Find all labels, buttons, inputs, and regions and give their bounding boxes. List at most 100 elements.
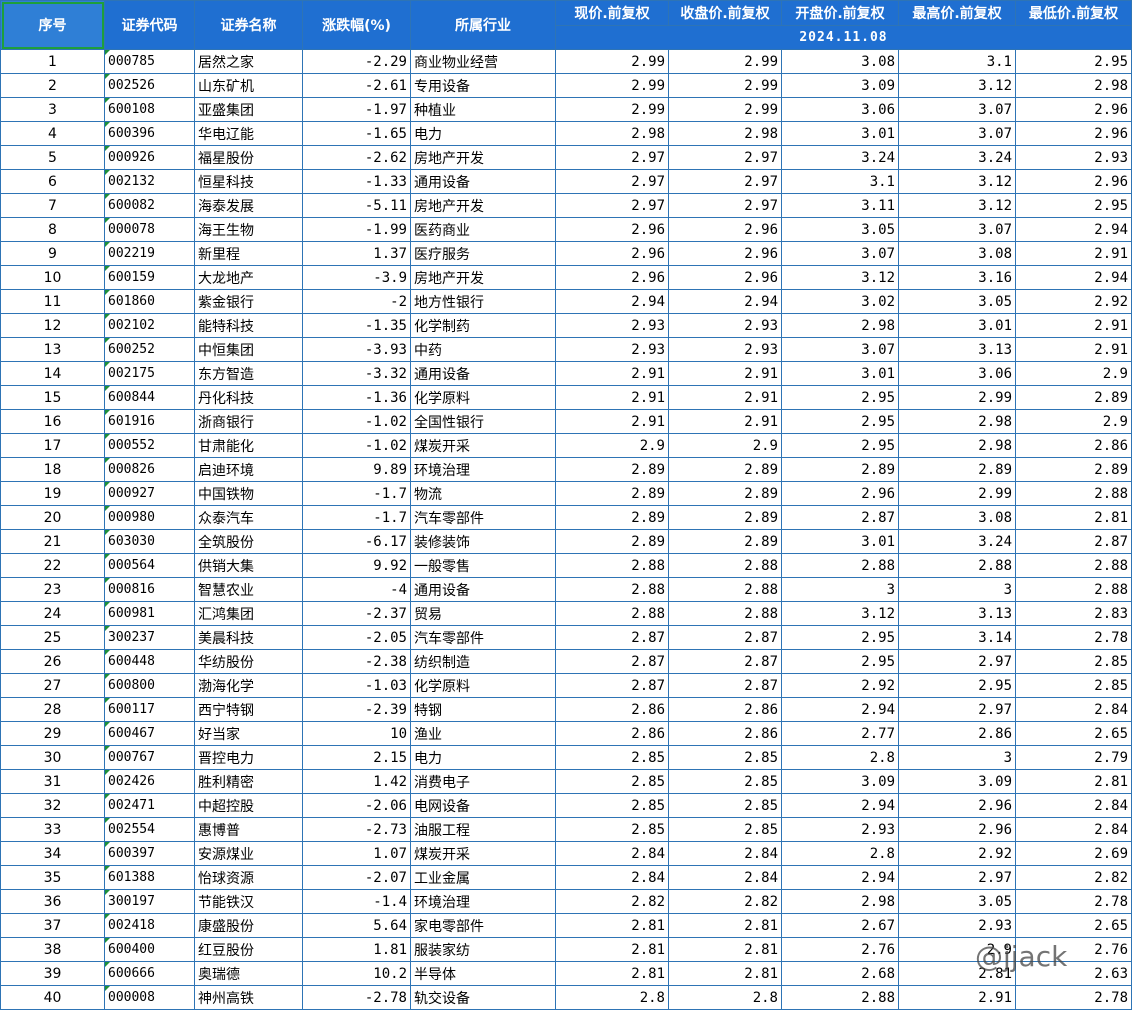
code-cell[interactable]: 000980 [104,505,195,530]
code-cell[interactable]: 000767 [104,745,195,770]
name-cell[interactable]: 海泰发展 [194,193,303,218]
code-cell[interactable]: 600844 [104,385,195,410]
change-cell[interactable]: -2.73 [302,817,411,842]
code-cell[interactable]: 600252 [104,337,195,362]
header-high[interactable]: 最高价.前复权 [898,0,1016,26]
seq-cell[interactable]: 15 [0,385,105,410]
close-cell[interactable]: 2.81 [668,961,782,986]
price-cell[interactable]: 2.84 [555,865,669,890]
seq-cell[interactable]: 13 [0,337,105,362]
open-cell[interactable]: 2.95 [781,625,899,650]
high-cell[interactable]: 3.12 [898,73,1016,98]
close-cell[interactable]: 2.88 [668,577,782,602]
low-cell[interactable]: 2.63 [1015,961,1132,986]
change-cell[interactable]: -1.65 [302,121,411,146]
seq-cell[interactable]: 39 [0,961,105,986]
seq-cell[interactable]: 32 [0,793,105,818]
close-cell[interactable]: 2.97 [668,193,782,218]
low-cell[interactable]: 2.79 [1015,745,1132,770]
price-cell[interactable]: 2.93 [555,313,669,338]
open-cell[interactable]: 3.12 [781,265,899,290]
open-cell[interactable]: 2.8 [781,745,899,770]
change-cell[interactable]: -5.11 [302,193,411,218]
low-cell[interactable]: 2.95 [1015,193,1132,218]
open-cell[interactable]: 2.92 [781,673,899,698]
industry-cell[interactable]: 化学原料 [410,385,556,410]
high-cell[interactable]: 2.96 [898,817,1016,842]
low-cell[interactable]: 2.65 [1015,913,1132,938]
low-cell[interactable]: 2.88 [1015,553,1132,578]
high-cell[interactable]: 2.97 [898,649,1016,674]
price-cell[interactable]: 2.88 [555,577,669,602]
industry-cell[interactable]: 房地产开发 [410,265,556,290]
code-cell[interactable]: 600448 [104,649,195,674]
close-cell[interactable]: 2.93 [668,337,782,362]
industry-cell[interactable]: 贸易 [410,601,556,626]
low-cell[interactable]: 2.78 [1015,625,1132,650]
open-cell[interactable]: 3.07 [781,337,899,362]
seq-cell[interactable]: 4 [0,121,105,146]
price-cell[interactable]: 2.96 [555,265,669,290]
price-cell[interactable]: 2.86 [555,697,669,722]
open-cell[interactable]: 2.98 [781,313,899,338]
low-cell[interactable]: 2.88 [1015,481,1132,506]
industry-cell[interactable]: 地方性银行 [410,289,556,314]
code-cell[interactable]: 603030 [104,529,195,554]
price-cell[interactable]: 2.96 [555,217,669,242]
change-cell[interactable]: -1.35 [302,313,411,338]
close-cell[interactable]: 2.86 [668,721,782,746]
code-cell[interactable]: 002471 [104,793,195,818]
high-cell[interactable]: 2.91 [898,985,1016,1010]
name-cell[interactable]: 渤海化学 [194,673,303,698]
close-cell[interactable]: 2.87 [668,673,782,698]
high-cell[interactable]: 3.24 [898,145,1016,170]
industry-cell[interactable]: 汽车零部件 [410,505,556,530]
header-date[interactable]: 2024.11.08 [555,25,1132,50]
seq-cell[interactable]: 35 [0,865,105,890]
code-cell[interactable]: 600467 [104,721,195,746]
price-cell[interactable]: 2.81 [555,913,669,938]
name-cell[interactable]: 华电辽能 [194,121,303,146]
industry-cell[interactable]: 渔业 [410,721,556,746]
close-cell[interactable]: 2.97 [668,145,782,170]
low-cell[interactable]: 2.69 [1015,841,1132,866]
seq-cell[interactable]: 28 [0,697,105,722]
price-cell[interactable]: 2.82 [555,889,669,914]
change-cell[interactable]: -1.99 [302,217,411,242]
price-cell[interactable]: 2.99 [555,49,669,74]
open-cell[interactable]: 2.76 [781,937,899,962]
low-cell[interactable]: 2.85 [1015,673,1132,698]
seq-cell[interactable]: 11 [0,289,105,314]
close-cell[interactable]: 2.96 [668,241,782,266]
close-cell[interactable]: 2.99 [668,49,782,74]
low-cell[interactable]: 2.78 [1015,889,1132,914]
low-cell[interactable]: 2.82 [1015,865,1132,890]
change-cell[interactable]: -1.02 [302,409,411,434]
low-cell[interactable]: 2.88 [1015,577,1132,602]
code-cell[interactable]: 002102 [104,313,195,338]
industry-cell[interactable]: 汽车零部件 [410,625,556,650]
change-cell[interactable]: 9.89 [302,457,411,482]
low-cell[interactable]: 2.9 [1015,409,1132,434]
code-cell[interactable]: 002132 [104,169,195,194]
seq-cell[interactable]: 26 [0,649,105,674]
high-cell[interactable]: 2.96 [898,793,1016,818]
open-cell[interactable]: 2.8 [781,841,899,866]
change-cell[interactable]: -2.78 [302,985,411,1010]
name-cell[interactable]: 华纺股份 [194,649,303,674]
price-cell[interactable]: 2.87 [555,673,669,698]
code-cell[interactable]: 600396 [104,121,195,146]
low-cell[interactable]: 2.81 [1015,769,1132,794]
name-cell[interactable]: 西宁特钢 [194,697,303,722]
seq-cell[interactable]: 18 [0,457,105,482]
industry-cell[interactable]: 通用设备 [410,577,556,602]
change-cell[interactable]: -2.39 [302,697,411,722]
name-cell[interactable]: 能特科技 [194,313,303,338]
change-cell[interactable]: 1.42 [302,769,411,794]
code-cell[interactable]: 000552 [104,433,195,458]
code-cell[interactable]: 600666 [104,961,195,986]
open-cell[interactable]: 3.01 [781,121,899,146]
close-cell[interactable]: 2.97 [668,169,782,194]
seq-cell[interactable]: 3 [0,97,105,122]
code-cell[interactable]: 601860 [104,289,195,314]
